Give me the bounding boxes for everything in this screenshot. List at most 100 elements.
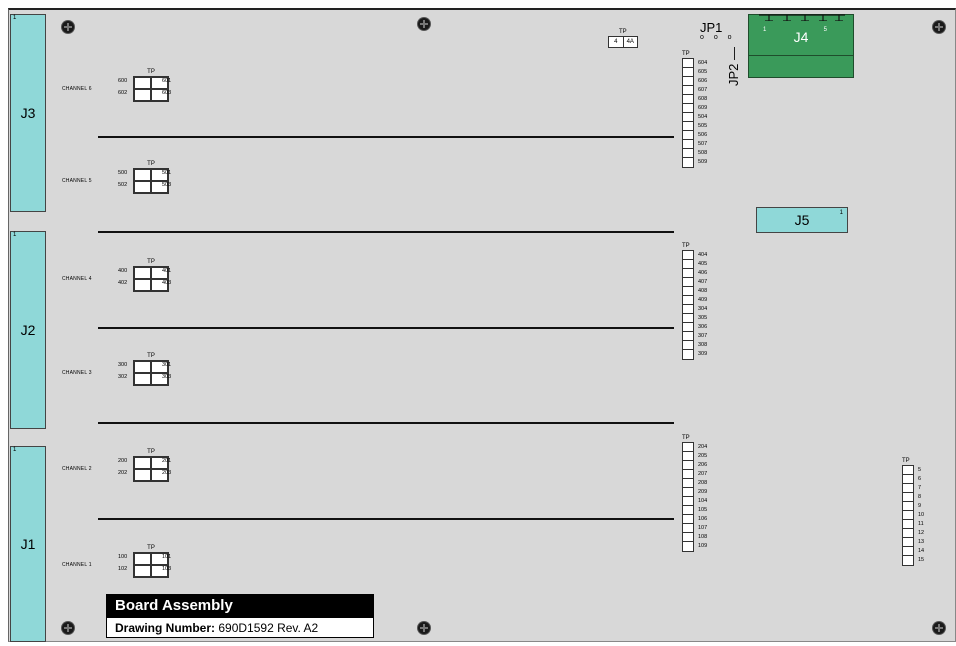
connector-j2-label: J2 bbox=[20, 322, 36, 338]
pin-number: 402 bbox=[118, 280, 128, 286]
strip-pad: 107 bbox=[683, 524, 707, 533]
strip-pin-number: 404 bbox=[698, 252, 708, 258]
strip-pin-number: 13 bbox=[918, 539, 925, 545]
channel-label: CHANNEL 3 bbox=[62, 370, 92, 376]
strip-pad: 11 bbox=[903, 520, 924, 529]
strip-pad: 10 bbox=[903, 511, 924, 520]
strip-pad: 5 bbox=[903, 466, 921, 475]
connector-j5: 1 J5 bbox=[756, 207, 848, 233]
strip-pin-number: 205 bbox=[698, 453, 708, 459]
pin-number: 401 bbox=[162, 268, 172, 274]
test-point-pad bbox=[134, 361, 151, 373]
mounting-hole-icon bbox=[62, 21, 74, 33]
strip-pin-number: 505 bbox=[698, 123, 708, 129]
connector-j1-label: J1 bbox=[20, 536, 36, 552]
mounting-hole-icon bbox=[933, 622, 945, 634]
strip-pad: 109 bbox=[683, 542, 707, 551]
pin-number: 603 bbox=[162, 90, 172, 96]
strip-pin-number: 507 bbox=[698, 141, 708, 147]
test-point-caption: TP bbox=[147, 161, 155, 167]
channel-divider bbox=[98, 518, 674, 520]
strip-pad: 15 bbox=[903, 556, 924, 565]
strip-pin-number: 609 bbox=[698, 105, 708, 111]
pin-number: 600 bbox=[118, 78, 128, 84]
strip-pin-number: 106 bbox=[698, 516, 708, 522]
strip-pad: 304 bbox=[683, 305, 707, 314]
strip-pad: 208 bbox=[683, 479, 707, 488]
strip-pad: 405 bbox=[683, 260, 707, 269]
strip-pin-number: 9 bbox=[918, 503, 922, 509]
strip-pin-number: 204 bbox=[698, 444, 708, 450]
pin-number: 501 bbox=[162, 170, 172, 176]
strip-pin-number: 15 bbox=[918, 557, 925, 563]
test-point-pad bbox=[134, 267, 151, 279]
test-point-4-4a: TP 4 4A bbox=[608, 29, 638, 48]
strip-pad: 407 bbox=[683, 278, 707, 287]
strip-pin-number: 607 bbox=[698, 87, 708, 93]
drawing-number-label: Drawing Number: bbox=[115, 621, 216, 635]
title-block-title: Board Assembly bbox=[107, 595, 373, 617]
drawing-number-value: 690D1592 Rev. A2 bbox=[218, 621, 319, 635]
test-point-caption: TP bbox=[147, 449, 155, 455]
jumper-jp1-label: JP1 bbox=[700, 20, 723, 35]
test-point-pad bbox=[134, 457, 151, 469]
test-point-caption: TP bbox=[147, 545, 155, 551]
strip-pad: 14 bbox=[903, 547, 924, 556]
strip-pad: 108 bbox=[683, 533, 707, 542]
tp-small-left: 4 bbox=[609, 37, 624, 47]
pin-number: 203 bbox=[162, 470, 172, 476]
strip-pin-number: 5 bbox=[918, 467, 922, 473]
test-point-pad bbox=[134, 169, 151, 181]
strip-pad: 508 bbox=[683, 149, 707, 158]
pin-number: 503 bbox=[162, 182, 172, 188]
strip-pin-number: 208 bbox=[698, 480, 708, 486]
strip-pad: 406 bbox=[683, 269, 707, 278]
strip-pad: 12 bbox=[903, 529, 924, 538]
test-point-pad bbox=[134, 553, 151, 565]
mounting-hole-icon bbox=[62, 622, 74, 634]
tp-small-right: 4A bbox=[626, 39, 634, 45]
test-point-strip: TP 5 6 7 8 9 10 11 12 13 14 15 bbox=[902, 458, 924, 566]
strip-pad: 404 bbox=[683, 251, 707, 260]
test-point-caption: TP bbox=[147, 259, 155, 265]
strip-pad: 306 bbox=[683, 323, 707, 332]
strip-pad: 507 bbox=[683, 140, 707, 149]
channel-divider bbox=[98, 327, 674, 329]
test-point-pad bbox=[134, 181, 151, 193]
connector-j5-label: J5 bbox=[794, 212, 810, 228]
connector-j4: 1 J4 5 bbox=[748, 14, 854, 78]
strip-pad: 604 bbox=[683, 59, 707, 68]
strip-pin-number: 509 bbox=[698, 159, 708, 165]
connector-j4-pin5: 5 bbox=[823, 27, 827, 33]
pin-number: 300 bbox=[118, 362, 128, 368]
strip-pad: 309 bbox=[683, 350, 707, 359]
strip-pin-number: 10 bbox=[918, 512, 925, 518]
strip-pin-number: 406 bbox=[698, 270, 708, 276]
test-point-pad bbox=[134, 89, 151, 101]
strip-pad: 7 bbox=[903, 484, 921, 493]
strip-pad: 606 bbox=[683, 77, 707, 86]
strip-pin-number: 207 bbox=[698, 471, 708, 477]
connector-j3-label: J3 bbox=[20, 105, 36, 121]
strip-pad: 207 bbox=[683, 470, 707, 479]
strip-pin-number: 307 bbox=[698, 333, 708, 339]
channel-label: CHANNEL 4 bbox=[62, 276, 92, 282]
connector-j1-pin1: 1 bbox=[13, 447, 17, 453]
test-point-pad bbox=[134, 279, 151, 291]
strip-pin-number: 306 bbox=[698, 324, 708, 330]
connector-j2-pin1: 1 bbox=[13, 232, 17, 238]
tp-small-caption: TP bbox=[619, 29, 627, 35]
pin-number: 303 bbox=[162, 374, 172, 380]
mounting-hole-icon bbox=[418, 18, 430, 30]
connector-j3-pin1: 1 bbox=[13, 15, 17, 21]
strip-pin-number: 608 bbox=[698, 96, 708, 102]
strip-pin-number: 7 bbox=[918, 485, 922, 491]
strip-caption: TP bbox=[682, 435, 690, 441]
strip-pad: 204 bbox=[683, 443, 707, 452]
strip-pad: 509 bbox=[683, 158, 707, 167]
channel-label: CHANNEL 5 bbox=[62, 178, 92, 184]
strip-pin-number: 407 bbox=[698, 279, 708, 285]
strip-pad: 506 bbox=[683, 131, 707, 140]
mounting-hole-icon bbox=[418, 622, 430, 634]
title-block-drawing: Drawing Number: 690D1592 Rev. A2 bbox=[107, 617, 373, 638]
